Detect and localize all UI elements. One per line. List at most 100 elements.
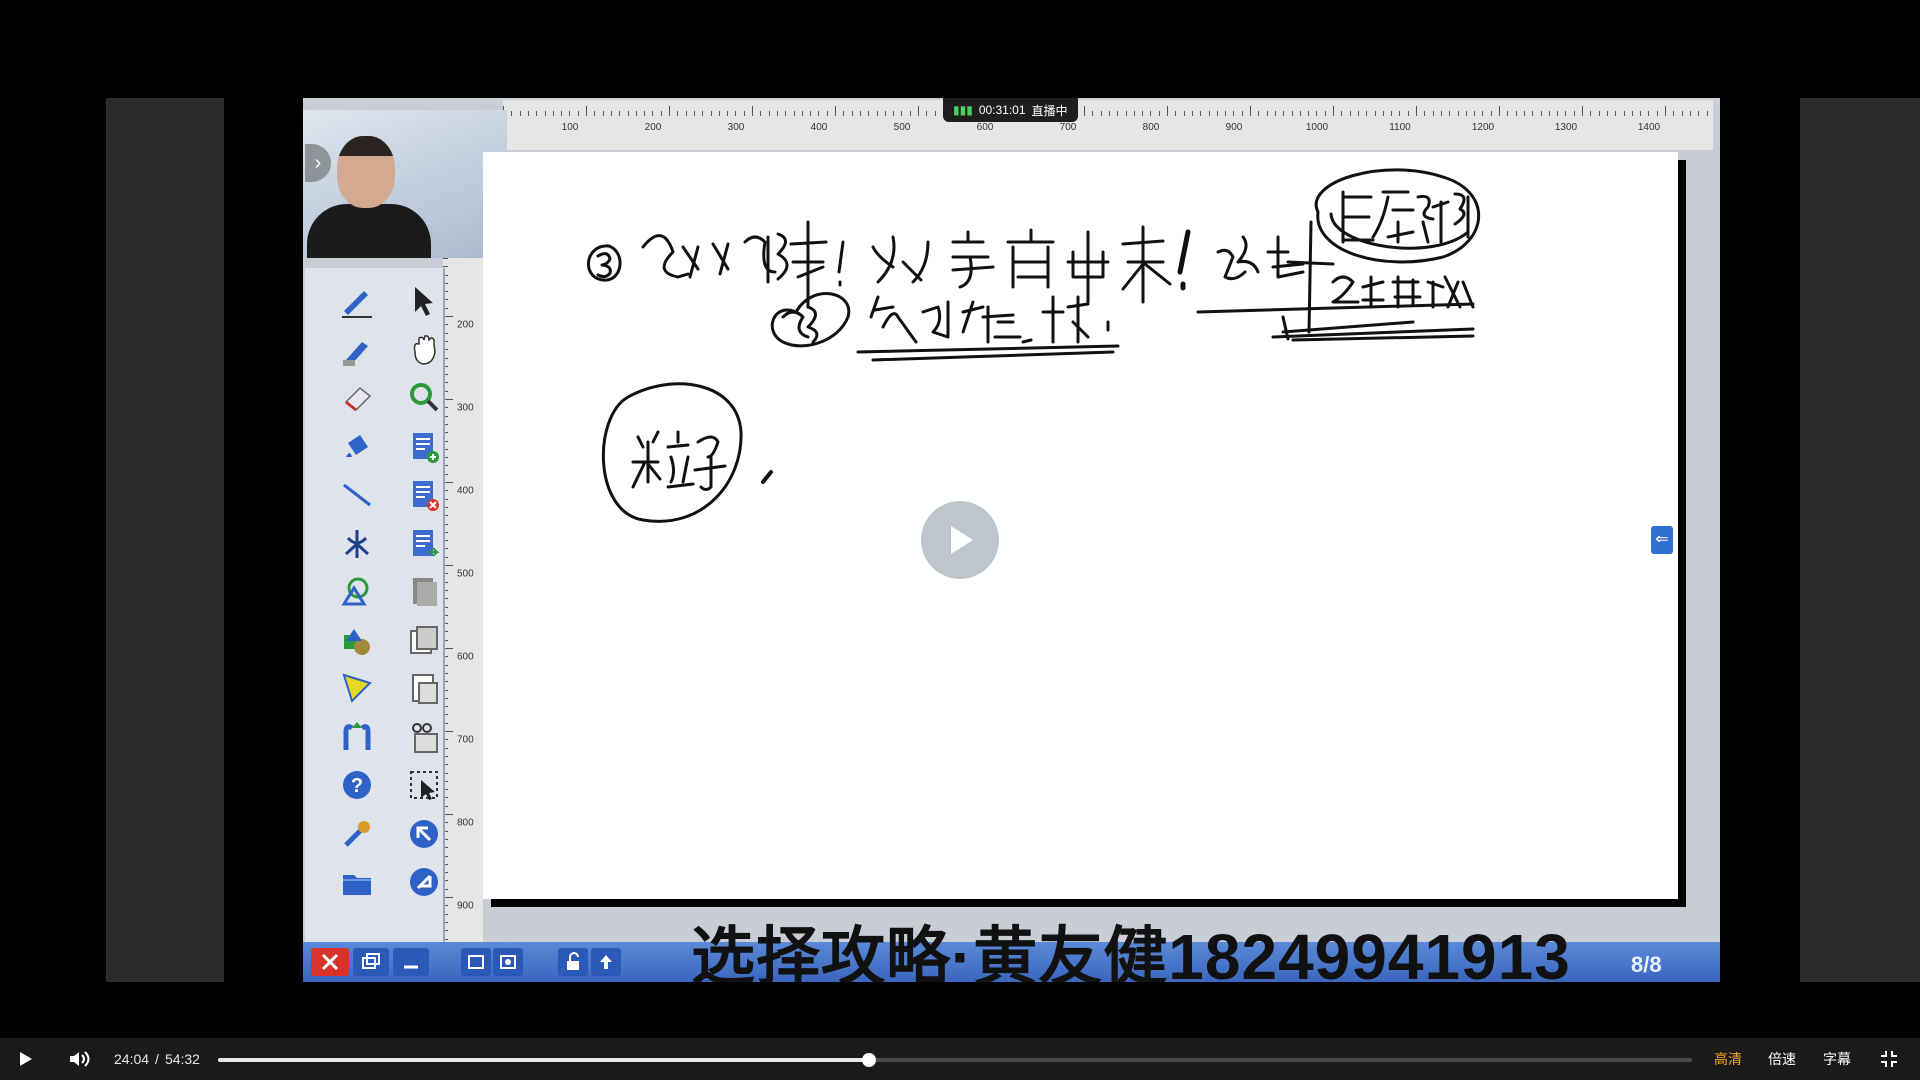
ruler-tick — [1449, 111, 1451, 116]
ruler-label: 300 — [457, 402, 474, 414]
close-button[interactable] — [311, 948, 349, 976]
pointer-tool[interactable] — [402, 280, 446, 320]
whiteboard-canvas[interactable] — [483, 152, 1678, 899]
ruler-tick — [1117, 111, 1119, 116]
ruler-tick — [1183, 111, 1185, 116]
page-view-button[interactable] — [461, 948, 491, 976]
screenshot-button[interactable] — [493, 948, 523, 976]
subtitles-button[interactable]: 字幕 — [1823, 1038, 1851, 1080]
exit-fullscreen-button[interactable] — [1880, 1038, 1906, 1080]
minimize-button[interactable] — [393, 948, 429, 976]
highlighter-icon — [343, 341, 368, 366]
ruler-tick — [1125, 111, 1127, 116]
ruler-tick — [627, 111, 629, 116]
restore-window-icon — [362, 953, 380, 969]
ruler-label: 700 — [457, 734, 474, 746]
copy-page-tool[interactable] — [402, 571, 446, 611]
duplicate-tool[interactable] — [402, 620, 446, 660]
ruler-tick — [1548, 111, 1550, 116]
ruler-tick — [1084, 106, 1085, 116]
speed-button[interactable]: 倍速 — [1768, 1038, 1796, 1080]
ruler-tick — [1490, 111, 1492, 116]
ruler-label: 700 — [1059, 122, 1077, 133]
line-tool[interactable] — [335, 474, 379, 514]
ruler-tick — [1665, 106, 1666, 116]
ruler-tick — [1216, 111, 1218, 116]
ruler-tick — [1299, 111, 1301, 116]
compass-tool[interactable] — [335, 523, 379, 563]
ruler-tick — [1648, 111, 1650, 116]
unlock-button[interactable] — [558, 948, 588, 976]
solid-shapes-tool[interactable] — [335, 620, 379, 660]
ruler-tick — [1316, 111, 1318, 116]
progress-handle[interactable] — [861, 1053, 876, 1067]
ruler-tick — [868, 111, 870, 116]
ruler-tick — [1424, 111, 1426, 116]
ruler-tick — [586, 106, 587, 116]
ruler-tick — [1357, 111, 1359, 116]
settings-wrench-tool[interactable] — [335, 814, 379, 854]
ruler-label: 600 — [457, 651, 474, 663]
ruler-tick — [835, 106, 836, 116]
folder-tool[interactable] — [335, 862, 379, 902]
help-tool[interactable]: ? — [335, 765, 379, 805]
ruler-tick — [577, 111, 579, 116]
ruler-tick — [1175, 111, 1177, 116]
magnet-icon — [343, 721, 371, 750]
total-time: 54:32 — [164, 1051, 200, 1067]
ruler-tick — [619, 111, 621, 116]
zoom-tool[interactable] — [402, 377, 446, 417]
page-indicator: 8/8 — [1631, 952, 1662, 977]
hand-tool[interactable] — [402, 329, 446, 369]
ruler-tick — [1283, 111, 1285, 116]
paste-icon — [412, 674, 438, 704]
redo-icon — [410, 868, 438, 896]
ruler-tick — [1606, 111, 1608, 116]
ruler-tick — [1366, 111, 1368, 116]
ruler-label: 1100 — [1389, 122, 1411, 133]
restore-button[interactable] — [353, 948, 389, 976]
select-area-tool[interactable] — [402, 765, 446, 805]
paste-tool[interactable] — [402, 668, 446, 708]
expand-webcam-button[interactable]: › — [305, 144, 331, 182]
play-button[interactable] — [16, 1038, 40, 1080]
eraser-tool[interactable] — [335, 377, 379, 417]
progress-bar[interactable] — [218, 1053, 1692, 1067]
ruler-tick — [1598, 111, 1600, 116]
side-arrow-button[interactable]: ⇐ — [1651, 526, 1673, 554]
live-time: 00:31:01 — [978, 103, 1026, 117]
ruler-tick — [1623, 111, 1625, 116]
up-arrow-icon — [600, 955, 612, 969]
ruler-tick — [1092, 111, 1094, 116]
ruler-label: 900 — [1225, 122, 1243, 133]
big-play-button[interactable] — [921, 501, 999, 579]
undo-icon — [410, 819, 438, 848]
ruler-tick — [536, 111, 538, 116]
ruler-tick — [1142, 111, 1144, 116]
page-view-icon — [468, 955, 484, 969]
triangle-ruler-tool[interactable] — [335, 668, 379, 708]
ruler-tick — [693, 111, 695, 116]
redo-tool[interactable] — [402, 862, 446, 902]
next-page-tool[interactable] — [402, 523, 446, 563]
delete-page-tool[interactable] — [402, 474, 446, 514]
fill-bucket-tool[interactable] — [335, 426, 379, 466]
magnet-tool[interactable] — [335, 717, 379, 757]
upload-button[interactable] — [591, 948, 621, 976]
select-area-icon — [410, 771, 438, 800]
shapes-tool[interactable] — [335, 571, 379, 611]
fill-bucket-icon — [346, 434, 368, 457]
unlock-icon — [567, 952, 579, 970]
quality-label: 高清 — [1714, 1051, 1742, 1067]
ruler-tick — [569, 111, 571, 116]
video-player[interactable]: 100 200 300 400 500 600 700 800 900 1000 1100 1200 1… — [0, 0, 1920, 1038]
volume-button[interactable] — [68, 1038, 96, 1080]
add-page-tool[interactable] — [402, 426, 446, 466]
quality-button[interactable]: 高清 — [1714, 1038, 1742, 1080]
ruler-tick — [776, 111, 778, 116]
cut-tool[interactable] — [402, 717, 446, 757]
undo-tool[interactable] — [402, 814, 446, 854]
ruler-tick — [1167, 106, 1168, 116]
pen-tool[interactable] — [335, 280, 379, 320]
highlighter-tool[interactable] — [335, 329, 379, 369]
